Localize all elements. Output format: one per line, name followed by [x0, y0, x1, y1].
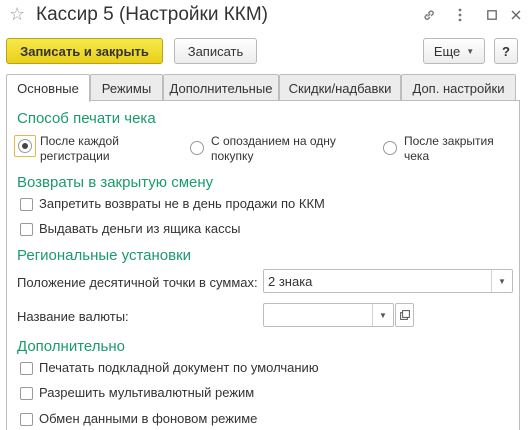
- open-currency-button[interactable]: [395, 303, 414, 327]
- checkbox-label-print-underlay: Печатать подкладной документ по умолчани…: [39, 360, 319, 375]
- checkbox-label-background-exchange: Обмен данными в фоновом режиме: [39, 411, 258, 426]
- tab-discounts[interactable]: Скидки/надбавки: [279, 74, 401, 101]
- section-regional: Региональные установки: [17, 247, 192, 264]
- tab-modes[interactable]: Режимы: [90, 74, 163, 101]
- checkbox-label-multicurrency: Разрешить мультивалютный режим: [39, 385, 255, 400]
- close-icon[interactable]: [507, 6, 525, 24]
- menu-more-icon[interactable]: [451, 6, 469, 24]
- radio-label-delayed: С опозданием на одну покупку: [211, 134, 336, 164]
- radio-label-line2: покупку: [211, 149, 254, 163]
- dropdown-arrow-icon[interactable]: ▼: [491, 270, 512, 292]
- section-print-method: Способ печати чека: [17, 110, 156, 127]
- tab-extra-settings[interactable]: Доп. настройки: [401, 74, 516, 101]
- decimal-point-value: 2 знака: [268, 274, 313, 289]
- radio-label-after-close: После закрытия чека: [404, 134, 494, 164]
- dropdown-arrow-icon: ▼: [466, 46, 475, 56]
- tab-main[interactable]: Основные: [6, 74, 90, 102]
- radio-after-each-registration[interactable]: [18, 139, 32, 153]
- checkbox-cash-drawer[interactable]: [20, 223, 33, 236]
- radio-label-after-each: После каждой регистрации: [40, 134, 119, 164]
- save-and-close-button[interactable]: Записать и закрыть: [6, 38, 163, 64]
- currency-name-label: Название валюты:: [17, 309, 129, 324]
- favorite-star-icon[interactable]: ☆: [9, 4, 25, 24]
- section-additional: Дополнительно: [17, 338, 125, 355]
- more-button-label: Еще: [433, 43, 461, 59]
- checkbox-label-cash-drawer: Выдавать деньги из ящика кассы: [39, 221, 241, 236]
- more-button[interactable]: Еще ▼: [423, 38, 485, 64]
- section-returns: Возвраты в закрытую смену: [17, 174, 214, 191]
- title-bar: ☆ Кассир 5 (Настройки ККМ): [0, 0, 529, 32]
- decimal-point-select[interactable]: 2 знака ▼: [263, 269, 513, 293]
- tab-additional[interactable]: Дополнительные: [163, 74, 279, 101]
- checkbox-forbid-returns[interactable]: [20, 198, 33, 211]
- currency-name-input[interactable]: ▼: [263, 303, 394, 327]
- checkbox-background-exchange[interactable]: [20, 413, 33, 426]
- checkbox-label-forbid-returns: Запретить возвраты не в день продажи по …: [39, 196, 325, 211]
- decimal-point-label: Положение десятичной точки в суммах:: [17, 275, 258, 290]
- radio-after-check-close[interactable]: [383, 141, 397, 155]
- link-icon[interactable]: [420, 6, 438, 24]
- radio-delayed-one-purchase[interactable]: [190, 141, 204, 155]
- help-button[interactable]: ?: [494, 38, 518, 64]
- radio-label-line1: После каждой: [40, 134, 119, 148]
- radio-label-line2: чека: [404, 149, 430, 163]
- radio-label-line1: С опозданием на одну: [211, 134, 336, 148]
- dropdown-arrow-icon[interactable]: ▼: [372, 304, 393, 326]
- radio-label-line2: регистрации: [40, 149, 110, 163]
- radio-label-line1: После закрытия: [404, 134, 494, 148]
- open-icon: [399, 310, 410, 320]
- save-button[interactable]: Записать: [174, 38, 257, 64]
- maximize-icon[interactable]: [483, 6, 501, 24]
- checkbox-multicurrency[interactable]: [20, 387, 33, 400]
- toolbar: Записать и закрыть Записать Еще ▼ ?: [0, 36, 529, 66]
- window-title: Кассир 5 (Настройки ККМ): [36, 4, 268, 25]
- checkbox-print-underlay[interactable]: [20, 362, 33, 375]
